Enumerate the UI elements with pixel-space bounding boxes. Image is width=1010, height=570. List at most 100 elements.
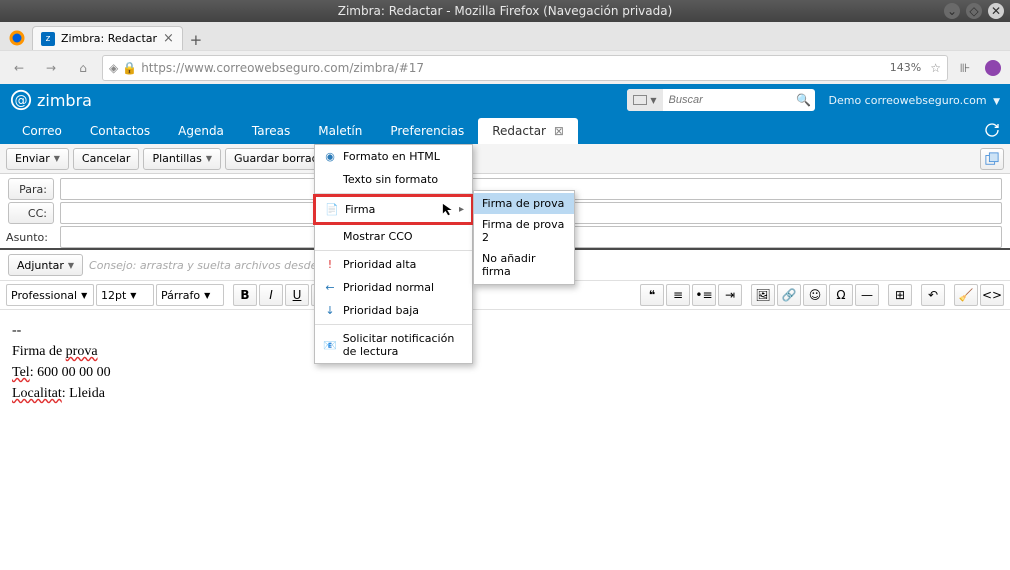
os-titlebar: Zimbra: Redactar - Mozilla Firefox (Nave… [0, 0, 1010, 22]
search-input[interactable] [663, 94, 793, 106]
submenu-firma-prova-2[interactable]: Firma de prova 2 [474, 214, 574, 248]
zimbra-header: @ zimbra ▼ 🔍 Demo correowebseguro.com ▼ [0, 84, 1010, 116]
chevron-down-icon: ▼ [54, 154, 60, 163]
menu-texto-sin-formato[interactable]: Texto sin formato [315, 168, 472, 191]
menu-formato-html[interactable]: ◉ Formato en HTML [315, 145, 472, 168]
body-line-1: Firma de prova [12, 341, 998, 362]
window-minimize-button[interactable]: ⌄ [944, 3, 960, 19]
tab-close-icon[interactable]: × [163, 31, 174, 46]
insert-image-icon[interactable]: 🖼 [751, 284, 775, 306]
body-line-3: Localitat: Lleida [12, 383, 998, 404]
indent-icon[interactable]: ⇥ [718, 284, 742, 306]
search-scope-button[interactable]: ▼ [627, 89, 662, 111]
window-close-button[interactable]: ✕ [988, 3, 1004, 19]
align-left-icon[interactable]: ≡ [666, 284, 690, 306]
font-family-select[interactable]: Professional▼ [6, 284, 94, 306]
user-label: Demo correowebseguro.com [829, 94, 987, 107]
attach-button[interactable]: Adjuntar▼ [8, 254, 83, 276]
browser-tabbar: z Zimbra: Redactar × + [0, 22, 1010, 50]
browser-tab[interactable]: z Zimbra: Redactar × [32, 26, 183, 50]
send-button[interactable]: Enviar▼ [6, 148, 69, 170]
options-menu: ◉ Formato en HTML Texto sin formato 📄 Fi… [314, 144, 473, 364]
url-text: https://www.correowebseguro.com/zimbra/#… [141, 61, 881, 75]
subject-label: Asunto: [8, 226, 54, 248]
compose-toolbar: Enviar▼ Cancelar Plantillas▼ Guardar bor… [0, 144, 1010, 174]
cursor-icon [442, 203, 456, 217]
chevron-down-icon: ▼ [130, 291, 136, 300]
menu-prioridad-alta[interactable]: ! Prioridad alta [315, 253, 472, 276]
blockquote-icon[interactable]: ❝ [640, 284, 664, 306]
home-button[interactable]: ⌂ [70, 55, 96, 81]
chevron-down-icon: ▼ [81, 291, 87, 300]
font-size-select[interactable]: 12pt▼ [96, 284, 154, 306]
source-code-icon[interactable]: <> [980, 284, 1004, 306]
window-maximize-button[interactable]: ◇ [966, 3, 982, 19]
compose-body[interactable]: -- Firma de prova Tel: 600 00 00 00 Loca… [0, 310, 1010, 570]
templates-button[interactable]: Plantillas▼ [143, 148, 221, 170]
chevron-down-icon: ▼ [993, 97, 1000, 107]
library-icon[interactable]: ⊪ [954, 57, 976, 79]
forward-button[interactable]: → [38, 55, 64, 81]
paragraph-format-select[interactable]: Párrafo▼ [156, 284, 224, 306]
submenu-no-anadir-firma[interactable]: No añadir firma [474, 248, 574, 282]
back-button[interactable]: ← [6, 55, 32, 81]
tab-tareas[interactable]: Tareas [238, 118, 304, 144]
body-line-dashes: -- [12, 320, 998, 341]
priority-low-icon: ↓ [323, 304, 337, 317]
menu-mostrar-cco[interactable]: Mostrar CCO [315, 225, 472, 248]
emoji-icon[interactable]: ☺ [803, 284, 827, 306]
to-label-button[interactable]: Para: [8, 178, 54, 200]
priority-high-icon: ! [323, 258, 337, 271]
hr-icon[interactable]: — [855, 284, 879, 306]
italic-icon[interactable]: I [259, 284, 283, 306]
zimbra-logo: @ zimbra [10, 89, 92, 111]
firma-submenu: Firma de prova Firma de prova 2 No añadi… [473, 190, 575, 285]
radio-selected-icon: ◉ [323, 150, 337, 163]
tab-redactar-close-icon[interactable]: ⊠ [554, 124, 564, 138]
link-icon[interactable]: 🔗 [777, 284, 801, 306]
browser-toolbar: ← → ⌂ ◈ 🔒 https://www.correowebseguro.co… [0, 50, 1010, 84]
special-char-icon[interactable]: Ω [829, 284, 853, 306]
chevron-down-icon: ▼ [206, 154, 212, 163]
zoom-level[interactable]: 143% [885, 60, 926, 75]
clear-format-icon[interactable]: 🧹 [954, 284, 978, 306]
tab-redactar[interactable]: Redactar ⊠ [478, 118, 578, 144]
bold-icon[interactable]: B [233, 284, 257, 306]
tab-preferencias[interactable]: Preferencias [376, 118, 478, 144]
tab-contactos[interactable]: Contactos [76, 118, 164, 144]
firefox-logo-icon [4, 26, 30, 50]
tab-correo[interactable]: Correo [8, 118, 76, 144]
receipt-icon: 📧 [323, 339, 337, 352]
signature-icon: 📄 [325, 203, 339, 216]
user-menu[interactable]: Demo correowebseguro.com ▼ [829, 94, 1001, 107]
cancel-button[interactable]: Cancelar [73, 148, 140, 170]
svg-text:@: @ [15, 94, 28, 109]
chevron-down-icon: ▼ [204, 291, 210, 300]
open-new-window-icon[interactable] [980, 148, 1004, 170]
submenu-firma-prova[interactable]: Firma de prova [474, 193, 574, 214]
undo-icon[interactable]: ↶ [921, 284, 945, 306]
tab-redactar-label: Redactar [492, 124, 546, 138]
refresh-icon[interactable] [984, 122, 1000, 138]
table-icon[interactable]: ⊞ [888, 284, 912, 306]
lock-icon: 🔒 [122, 61, 137, 75]
tab-agenda[interactable]: Agenda [164, 118, 238, 144]
cc-label-button[interactable]: CC: [8, 202, 54, 224]
star-icon[interactable]: ☆ [930, 61, 941, 75]
tab-maletin[interactable]: Maletín [304, 118, 376, 144]
menu-prioridad-normal[interactable]: ← Prioridad normal [315, 276, 472, 299]
url-bar[interactable]: ◈ 🔒 https://www.correowebseguro.com/zimb… [102, 55, 948, 81]
body-line-2: Tel: 600 00 00 00 [12, 362, 998, 383]
search-icon[interactable]: 🔍 [793, 93, 815, 107]
menu-firma[interactable]: 📄 Firma ▸ [317, 198, 470, 221]
submenu-caret-icon: ▸ [459, 204, 464, 215]
underline-icon[interactable]: U [285, 284, 309, 306]
compose-area: Enviar▼ Cancelar Plantillas▼ Guardar bor… [0, 144, 1010, 570]
brand-text: zimbra [37, 91, 92, 110]
menu-solicitar-notificacion[interactable]: 📧 Solicitar notificación de lectura [315, 327, 472, 363]
search-box[interactable]: ▼ 🔍 [627, 89, 814, 111]
menu-prioridad-baja[interactable]: ↓ Prioridad baja [315, 299, 472, 322]
mail-icon [633, 95, 647, 105]
new-tab-button[interactable]: + [185, 30, 207, 50]
list-bullet-icon[interactable]: •≡ [692, 284, 716, 306]
